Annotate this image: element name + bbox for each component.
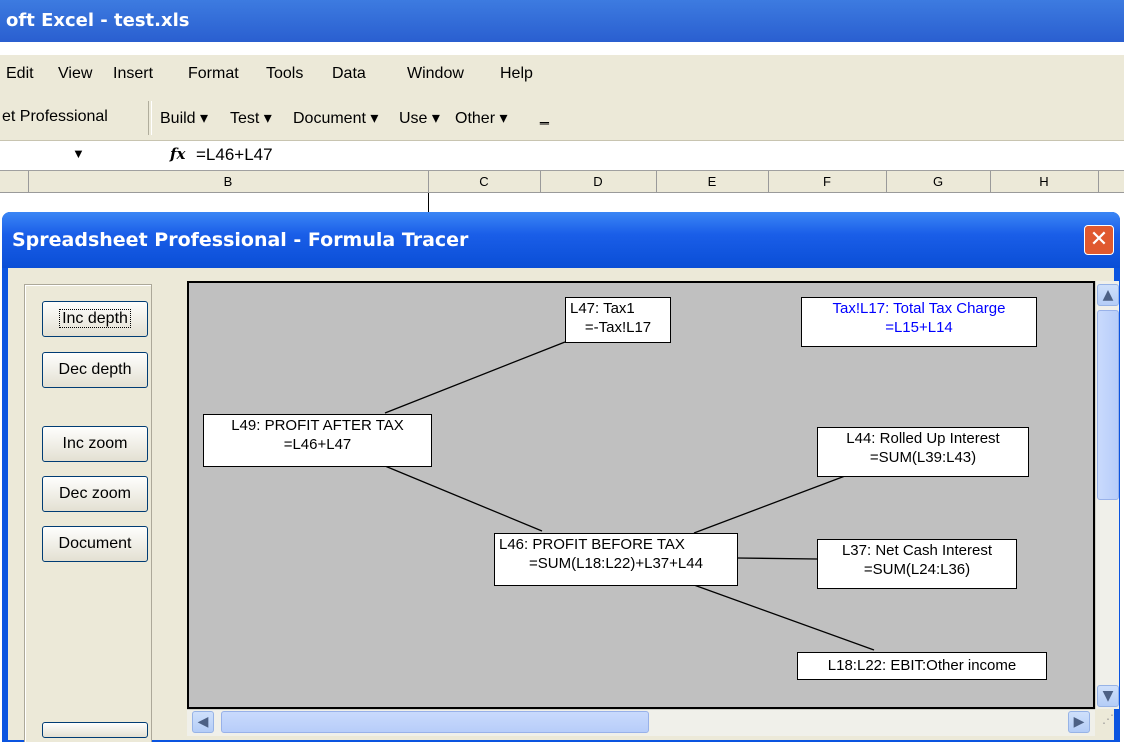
node-formula: =L15+L14 bbox=[885, 319, 953, 336]
node-tax-l17[interactable]: Tax!L17: Total Tax Charge =L15+L14 bbox=[801, 297, 1037, 347]
menu-data[interactable]: Data bbox=[332, 65, 366, 83]
toolbar-separator bbox=[148, 101, 152, 135]
excel-toolbar: et Professional Build ▾ Test ▾ Document … bbox=[0, 95, 1124, 141]
connector-l46-l18 bbox=[693, 584, 875, 651]
menu-help[interactable]: Help bbox=[500, 65, 533, 83]
scroll-down-button[interactable]: ▼ bbox=[1097, 685, 1119, 707]
column-header-e[interactable]: E bbox=[656, 171, 769, 193]
toolbar-overflow-button[interactable]: ‗ bbox=[540, 108, 549, 126]
dec-depth-button[interactable]: Dec depth bbox=[42, 352, 148, 388]
node-name: L46: PROFIT BEFORE TAX bbox=[499, 536, 685, 553]
node-formula: =-Tax!L17 bbox=[584, 319, 652, 336]
close-button[interactable]: ✕ bbox=[1084, 225, 1114, 255]
node-l47[interactable]: L47: Tax1 =-Tax!L17 bbox=[565, 297, 671, 343]
scroll-left-button[interactable]: ◀ bbox=[192, 711, 214, 733]
menu-tools[interactable]: Tools bbox=[266, 65, 303, 83]
name-box-dropdown-icon[interactable]: ▼ bbox=[72, 146, 85, 161]
menu-insert[interactable]: Insert bbox=[113, 65, 153, 83]
connector-l49-l46 bbox=[384, 465, 543, 532]
column-headers: B C D E F G H bbox=[0, 171, 1124, 193]
column-header-b[interactable]: B bbox=[28, 171, 429, 193]
vertical-scroll-thumb[interactable] bbox=[1097, 310, 1119, 500]
inc-zoom-button[interactable]: Inc zoom bbox=[42, 426, 148, 462]
scroll-right-button[interactable]: ▶ bbox=[1068, 711, 1090, 733]
toolbar-use-menu[interactable]: Use ▾ bbox=[399, 108, 440, 128]
excel-menu-bar: Edit View Insert Format Tools Data Windo… bbox=[0, 55, 1124, 95]
node-formula: =SUM(L24:L36) bbox=[863, 561, 971, 578]
column-header-blank bbox=[0, 171, 29, 193]
node-l44[interactable]: L44: Rolled Up Interest =SUM(L39:L43) bbox=[817, 427, 1029, 477]
node-formula: =L46+L47 bbox=[283, 436, 352, 453]
connector-l46-l37 bbox=[736, 557, 818, 560]
node-formula: =SUM(L18:L22)+L37+L44 bbox=[529, 555, 703, 572]
toolbar-test-menu[interactable]: Test ▾ bbox=[230, 108, 272, 128]
menu-edit[interactable]: Edit bbox=[6, 65, 34, 83]
node-l37[interactable]: L37: Net Cash Interest =SUM(L24:L36) bbox=[817, 539, 1017, 589]
node-name: L44: Rolled Up Interest bbox=[846, 430, 1000, 447]
menu-view[interactable]: View bbox=[58, 65, 92, 83]
connector-l46-l44 bbox=[693, 475, 846, 534]
toolbar-other-menu[interactable]: Other ▾ bbox=[455, 108, 508, 128]
cell-border bbox=[428, 193, 429, 212]
connector-l49-l47 bbox=[384, 341, 566, 414]
horizontal-scroll-thumb[interactable] bbox=[221, 711, 649, 733]
tracer-canvas[interactable]: L47: Tax1 =-Tax!L17 Tax!L17: Total Tax C… bbox=[187, 281, 1095, 709]
node-formula: =SUM(L39:L43) bbox=[869, 449, 977, 466]
hidden-button[interactable] bbox=[42, 722, 148, 738]
column-header-g[interactable]: G bbox=[886, 171, 991, 193]
menu-window[interactable]: Window bbox=[407, 65, 464, 83]
node-name: Tax!L17: Total Tax Charge bbox=[832, 300, 1006, 317]
dialog-title: Spreadsheet Professional - Formula Trace… bbox=[2, 212, 1120, 268]
formula-bar: ▼ fx =L46+L47 bbox=[0, 141, 1124, 171]
worksheet-bottom bbox=[0, 742, 1124, 751]
node-l46[interactable]: L46: PROFIT BEFORE TAX =SUM(L18:L22)+L37… bbox=[494, 533, 738, 586]
node-l18-l22[interactable]: L18:L22: EBIT:Other income bbox=[797, 652, 1047, 680]
resize-grip-icon[interactable]: ⋰ bbox=[1097, 712, 1119, 734]
insert-function-icon[interactable]: fx bbox=[170, 145, 185, 163]
node-name: L49: PROFIT AFTER TAX bbox=[231, 417, 404, 434]
node-name: L47: Tax1 bbox=[570, 300, 635, 317]
toolbar-addin-label: et Professional bbox=[2, 108, 108, 125]
column-header-h[interactable]: H bbox=[990, 171, 1099, 193]
node-l49[interactable]: L49: PROFIT AFTER TAX =L46+L47 bbox=[203, 414, 432, 467]
dec-zoom-button[interactable]: Dec zoom bbox=[42, 476, 148, 512]
toolbar-document-menu[interactable]: Document ▾ bbox=[293, 108, 378, 128]
document-button[interactable]: Document bbox=[42, 526, 148, 562]
inc-depth-button[interactable]: Inc depth bbox=[42, 301, 148, 337]
scroll-up-button[interactable]: ▲ bbox=[1097, 284, 1119, 306]
formula-input[interactable]: =L46+L47 bbox=[196, 145, 273, 165]
menu-format[interactable]: Format bbox=[188, 65, 239, 83]
column-header-d[interactable]: D bbox=[540, 171, 657, 193]
column-header-f[interactable]: F bbox=[768, 171, 887, 193]
column-header-c[interactable]: C bbox=[428, 171, 541, 193]
toolbar-build-menu[interactable]: Build ▾ bbox=[160, 108, 208, 128]
node-name: L37: Net Cash Interest bbox=[841, 542, 993, 559]
excel-title-bar: oft Excel - test.xls bbox=[0, 0, 1124, 42]
inc-depth-label: Inc depth bbox=[59, 309, 131, 328]
